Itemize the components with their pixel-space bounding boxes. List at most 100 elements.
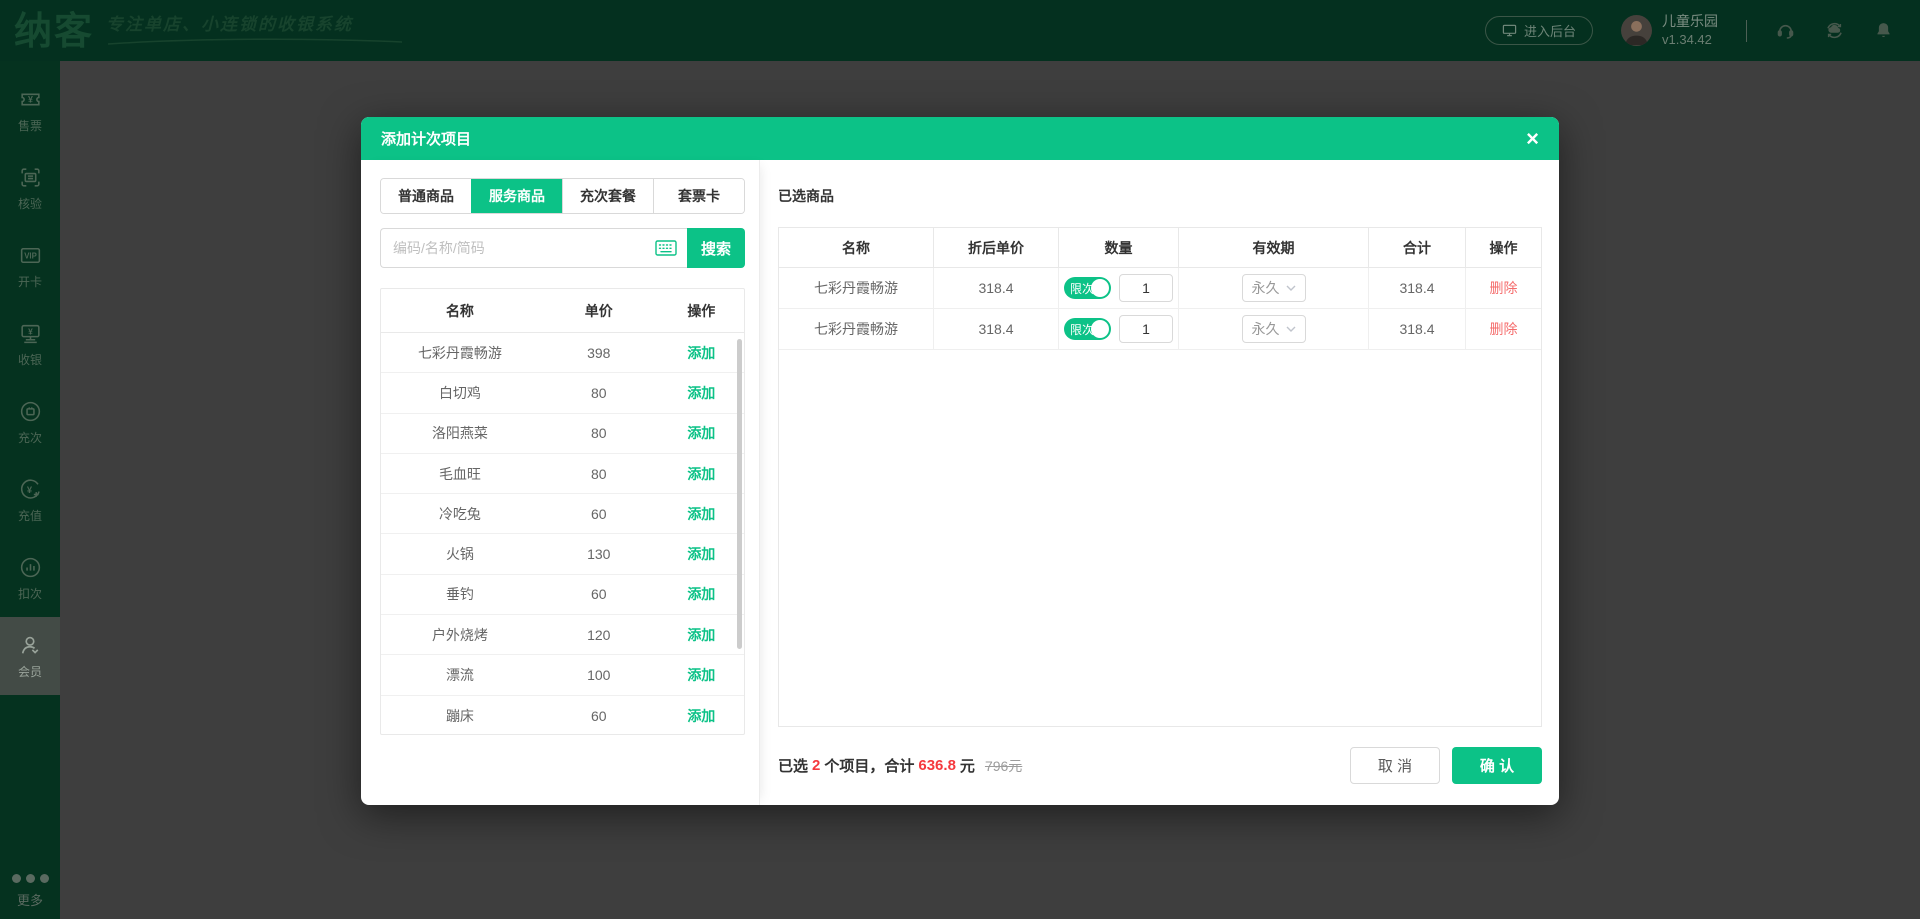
product-name: 垂钓: [381, 584, 539, 604]
sidebar-item-cashier[interactable]: ¥ 收银: [0, 305, 60, 383]
selected-goods-title: 已选商品: [778, 186, 1542, 206]
limit-count-toggle[interactable]: 限次: [1064, 277, 1111, 299]
product-name: 蹦床: [381, 706, 539, 726]
search-input[interactable]: [380, 228, 687, 268]
member-icon: [18, 633, 43, 658]
product-name: 户外烧烤: [381, 625, 539, 645]
tab-normal-goods[interactable]: 普通商品: [381, 179, 471, 213]
product-name: 七彩丹霞畅游: [381, 343, 539, 363]
add-product-button[interactable]: 添加: [687, 345, 715, 361]
total-amount: 636.8: [918, 757, 956, 774]
logo-text: 纳客: [14, 13, 94, 51]
product-price: 60: [539, 708, 659, 724]
product-picker-panel: 普通商品 服务商品 充次套餐 套票卡 搜索 名称 单价: [361, 160, 760, 805]
svg-text:¥: ¥: [28, 94, 33, 104]
svg-text:¥: ¥: [28, 326, 33, 336]
add-product-button[interactable]: 添加: [687, 586, 715, 602]
chevron-down-icon: [1286, 326, 1296, 332]
vip-card-icon: VIP: [18, 243, 43, 268]
product-price: 80: [539, 425, 659, 441]
add-product-button[interactable]: 添加: [687, 667, 715, 683]
product-name: 毛血旺: [381, 464, 539, 484]
selected-discount-price: 318.4: [934, 309, 1059, 349]
selected-name: 七彩丹霞畅游: [779, 268, 934, 308]
sidebar-item-vip-card[interactable]: VIP 开卡: [0, 227, 60, 305]
validity-select[interactable]: 永久: [1242, 315, 1306, 343]
product-name: 冷吃兔: [381, 504, 539, 524]
customer-service-icon[interactable]: [1775, 20, 1796, 41]
product-price: 60: [539, 586, 659, 602]
avatar-photo: [1621, 15, 1652, 46]
selected-col-validity: 有效期: [1179, 228, 1369, 267]
add-product-button[interactable]: 添加: [687, 425, 715, 441]
selected-col-total: 合计: [1369, 228, 1466, 267]
selected-row: 七彩丹霞畅游 318.4 限次 永久: [779, 268, 1541, 309]
header-divider: [1746, 20, 1747, 42]
close-icon[interactable]: ×: [1526, 128, 1539, 150]
sidebar-item-verify[interactable]: 核验: [0, 149, 60, 227]
tab-count-package[interactable]: 充次套餐: [562, 179, 653, 213]
product-table: 名称 单价 操作 七彩丹霞畅游 398 添加: [380, 288, 745, 735]
sidebar-item-recharge-money[interactable]: ¥ 充值: [0, 461, 60, 539]
delete-button[interactable]: 删除: [1490, 319, 1518, 339]
delete-button[interactable]: 删除: [1490, 278, 1518, 298]
product-row: 蹦床 60 添加: [381, 696, 744, 735]
product-col-name: 名称: [381, 301, 539, 321]
sidebar-item-ticketing[interactable]: ¥ 售票: [0, 71, 60, 149]
selected-discount-price: 318.4: [934, 268, 1059, 308]
monitor-icon: [1502, 23, 1517, 38]
product-name: 白切鸡: [381, 383, 539, 403]
product-name: 漂流: [381, 665, 539, 685]
svg-text:VIP: VIP: [24, 251, 37, 260]
product-col-action: 操作: [659, 301, 744, 321]
toggle-knob: [1091, 279, 1109, 297]
sidebar-item-more[interactable]: 更多: [0, 874, 60, 909]
add-product-button[interactable]: 添加: [687, 385, 715, 401]
product-row: 垂钓 60 添加: [381, 575, 744, 615]
product-row: 七彩丹霞畅游 398 添加: [381, 333, 744, 373]
product-price: 80: [539, 466, 659, 482]
selection-summary: 已选 2 个项目，合计 636.8 元 796元: [778, 755, 1022, 776]
avatar[interactable]: [1621, 15, 1652, 46]
scrollbar-thumb[interactable]: [737, 339, 742, 649]
sidebar-item-member[interactable]: 会员: [0, 617, 60, 695]
selected-table: 名称 折后单价 数量 有效期 合计 操作 七彩丹霞畅游 318.4: [778, 227, 1542, 727]
enter-backend-label: 进入后台: [1524, 21, 1576, 40]
validity-select[interactable]: 永久: [1242, 274, 1306, 302]
chevron-down-icon: [1286, 285, 1296, 291]
limit-count-toggle[interactable]: 限次: [1064, 318, 1111, 340]
recharge-count-icon: [18, 399, 43, 424]
product-col-price: 单价: [539, 301, 659, 321]
tab-service-goods[interactable]: 服务商品: [471, 179, 562, 213]
notification-bell-icon[interactable]: [1873, 20, 1894, 41]
slogan-underline: [106, 37, 406, 45]
sidebar-item-recharge-count[interactable]: 充次: [0, 383, 60, 461]
keyboard-icon[interactable]: [655, 239, 677, 257]
add-product-button[interactable]: 添加: [687, 466, 715, 482]
recharge-money-icon: ¥: [18, 477, 43, 502]
add-product-button[interactable]: 添加: [687, 627, 715, 643]
quantity-input[interactable]: [1119, 274, 1173, 302]
cancel-button[interactable]: 取 消: [1350, 747, 1440, 784]
cloud-sync-icon[interactable]: [1824, 20, 1845, 41]
svg-text:¥: ¥: [26, 484, 32, 494]
search-button[interactable]: 搜索: [687, 228, 745, 268]
scan-verify-icon: [18, 165, 43, 190]
add-product-button[interactable]: 添加: [687, 708, 715, 724]
sidebar-item-deduct-count[interactable]: 扣次: [0, 539, 60, 617]
product-price: 60: [539, 506, 659, 522]
cashier-monitor-icon: ¥: [18, 321, 43, 346]
ticket-icon: ¥: [18, 87, 43, 112]
more-dots-icon: [12, 874, 49, 883]
add-count-item-modal: 添加计次项目 × 普通商品 服务商品 充次套餐 套票卡 搜索: [361, 117, 1559, 805]
product-row: 白切鸡 80 添加: [381, 373, 744, 413]
enter-backend-button[interactable]: 进入后台: [1485, 16, 1593, 45]
product-row: 漂流 100 添加: [381, 655, 744, 695]
selected-name: 七彩丹霞畅游: [779, 309, 934, 349]
add-product-button[interactable]: 添加: [687, 546, 715, 562]
add-product-button[interactable]: 添加: [687, 506, 715, 522]
confirm-button[interactable]: 确 认: [1452, 747, 1542, 784]
tab-ticket-card[interactable]: 套票卡: [653, 179, 744, 213]
quantity-input[interactable]: [1119, 315, 1173, 343]
sidebar-nav: ¥ 售票 核验 VIP 开卡 ¥ 收银 充次: [0, 61, 60, 919]
